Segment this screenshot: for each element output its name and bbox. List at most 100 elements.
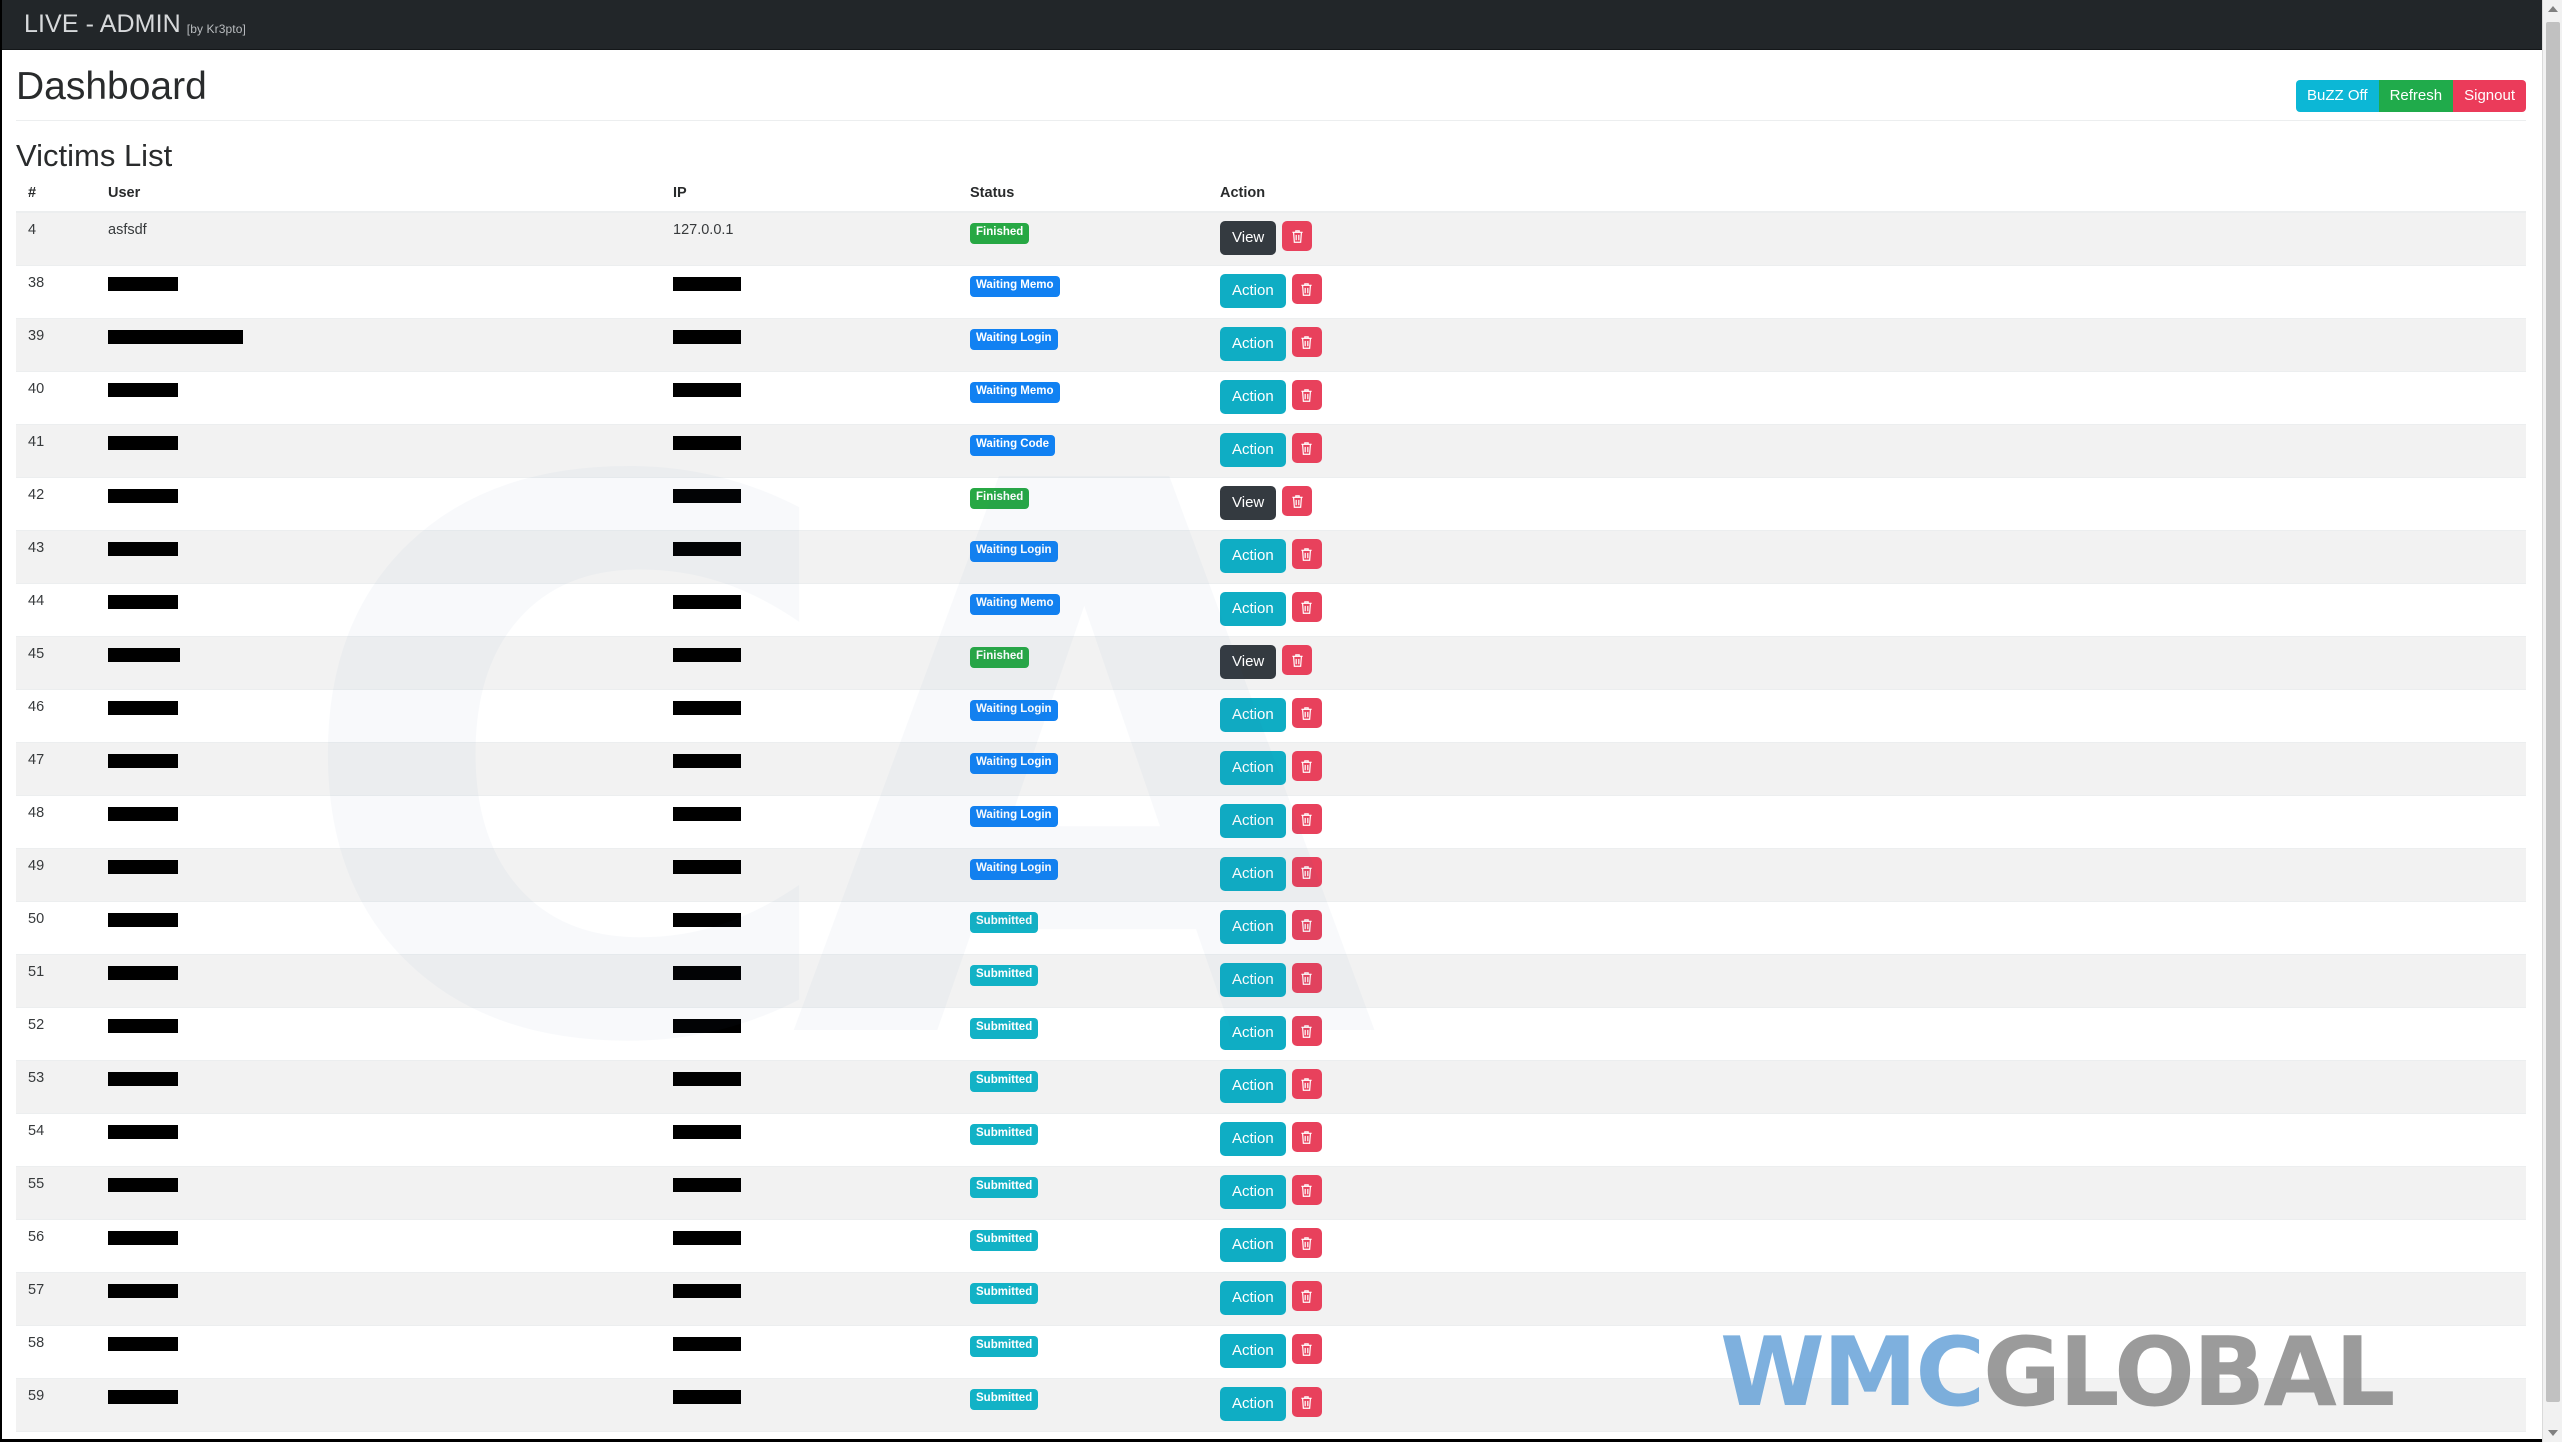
- view-button[interactable]: View: [1220, 486, 1277, 521]
- delete-button[interactable]: [1282, 645, 1313, 676]
- cell-action: Action: [1208, 530, 2526, 584]
- action-button[interactable]: Action: [1220, 327, 1286, 362]
- delete-button[interactable]: [1291, 698, 1322, 729]
- delete-button[interactable]: [1291, 1016, 1322, 1047]
- cell-user: [96, 636, 661, 690]
- delete-button[interactable]: [1282, 221, 1313, 252]
- delete-button[interactable]: [1291, 1228, 1322, 1259]
- action-button[interactable]: Action: [1220, 539, 1286, 574]
- trash-icon: [1300, 335, 1313, 350]
- buzz-off-button[interactable]: BuZZ Off: [2296, 80, 2379, 112]
- delete-button[interactable]: [1291, 1387, 1322, 1418]
- refresh-button[interactable]: Refresh: [2378, 80, 2454, 112]
- delete-button[interactable]: [1291, 963, 1322, 994]
- delete-button[interactable]: [1291, 592, 1322, 623]
- cell-id: 56: [16, 1219, 96, 1273]
- action-button-group: Action: [1220, 327, 2514, 362]
- delete-button[interactable]: [1291, 327, 1322, 358]
- scrollbar-thumb[interactable]: [2546, 22, 2560, 1402]
- delete-button[interactable]: [1291, 857, 1322, 888]
- action-button[interactable]: Action: [1220, 1016, 1286, 1051]
- delete-button[interactable]: [1291, 1175, 1322, 1206]
- action-button[interactable]: Action: [1220, 1069, 1286, 1104]
- delete-button[interactable]: [1291, 751, 1322, 782]
- cell-user: [96, 424, 661, 478]
- action-button[interactable]: Action: [1220, 1334, 1286, 1369]
- redacted-user-value: [108, 436, 178, 451]
- view-button[interactable]: View: [1220, 645, 1277, 680]
- cell-user: [96, 371, 661, 425]
- cell-id: 50: [16, 901, 96, 955]
- action-button[interactable]: Action: [1220, 592, 1286, 627]
- cell-ip: [661, 477, 958, 531]
- cell-id: 47: [16, 742, 96, 796]
- vertical-scrollbar[interactable]: [2542, 0, 2562, 1442]
- cell-ip: [661, 689, 958, 743]
- action-button-group: Action: [1220, 698, 2514, 733]
- action-button[interactable]: Action: [1220, 698, 1286, 733]
- action-button[interactable]: Action: [1220, 274, 1286, 309]
- action-button-group: Action: [1220, 433, 2514, 468]
- trash-icon: [1291, 653, 1304, 668]
- action-button[interactable]: Action: [1220, 804, 1286, 839]
- action-button-group: Action: [1220, 1175, 2514, 1210]
- signout-button[interactable]: Signout: [2453, 80, 2526, 112]
- cell-ip: [661, 742, 958, 796]
- action-button[interactable]: Action: [1220, 1228, 1286, 1263]
- table-row: 45 Finished View: [16, 636, 2526, 690]
- redacted-user-value: [108, 1125, 178, 1140]
- delete-button[interactable]: [1291, 1281, 1322, 1312]
- action-button[interactable]: Action: [1220, 1387, 1286, 1422]
- trash-icon: [1300, 812, 1313, 827]
- table-header: # User IP Status Action: [16, 185, 2526, 214]
- action-button[interactable]: Action: [1220, 963, 1286, 998]
- navbar-brand[interactable]: LIVE - ADMIN [by Kr3pto]: [24, 12, 246, 37]
- trash-icon: [1300, 1342, 1313, 1357]
- action-button[interactable]: Action: [1220, 751, 1286, 786]
- table-row: 49 Waiting Login Action: [16, 848, 2526, 902]
- cell-user: [96, 1272, 661, 1326]
- action-button[interactable]: Action: [1220, 380, 1286, 415]
- trash-icon: [1300, 547, 1313, 562]
- cell-status: Waiting Memo: [958, 583, 1208, 637]
- scroll-down-arrow-icon[interactable]: [2543, 1424, 2562, 1442]
- delete-button[interactable]: [1291, 433, 1322, 464]
- delete-button[interactable]: [1291, 910, 1322, 941]
- cell-status: Submitted: [958, 954, 1208, 1008]
- cell-id: 51: [16, 954, 96, 1008]
- redacted-ip-value: [673, 807, 741, 822]
- view-button[interactable]: View: [1220, 221, 1277, 256]
- main-container: Dashboard BuZZ Off Refresh Signout Victi…: [0, 50, 2542, 1442]
- cell-action: Action: [1208, 1325, 2526, 1379]
- action-button-group: View: [1220, 645, 2514, 680]
- delete-button[interactable]: [1291, 274, 1322, 305]
- delete-button[interactable]: [1291, 380, 1322, 411]
- cell-action: Action: [1208, 848, 2526, 902]
- action-button-group: Action: [1220, 1228, 2514, 1263]
- action-button[interactable]: Action: [1220, 910, 1286, 945]
- cell-user: [96, 689, 661, 743]
- delete-button[interactable]: [1282, 486, 1313, 517]
- delete-button[interactable]: [1291, 804, 1322, 835]
- delete-button[interactable]: [1291, 1122, 1322, 1153]
- cell-ip: [661, 265, 958, 319]
- scroll-up-arrow-icon[interactable]: [2543, 0, 2562, 18]
- cell-action: Action: [1208, 742, 2526, 796]
- cell-id: 41: [16, 424, 96, 478]
- cell-action: Action: [1208, 1060, 2526, 1114]
- cell-status: Finished: [958, 211, 1208, 266]
- cell-status: Submitted: [958, 1325, 1208, 1379]
- action-button-group: Action: [1220, 1334, 2514, 1369]
- action-button[interactable]: Action: [1220, 857, 1286, 892]
- status-badge: Waiting Memo: [970, 594, 1060, 615]
- action-button[interactable]: Action: [1220, 433, 1286, 468]
- action-button[interactable]: Action: [1220, 1175, 1286, 1210]
- action-button[interactable]: Action: [1220, 1281, 1286, 1316]
- delete-button[interactable]: [1291, 1334, 1322, 1365]
- action-button[interactable]: Action: [1220, 1122, 1286, 1157]
- delete-button[interactable]: [1291, 1069, 1322, 1100]
- navbar-brand-suffix: [by Kr3pto]: [186, 22, 246, 36]
- delete-button[interactable]: [1291, 539, 1322, 570]
- cell-action: Action: [1208, 371, 2526, 425]
- cell-status: Waiting Login: [958, 318, 1208, 372]
